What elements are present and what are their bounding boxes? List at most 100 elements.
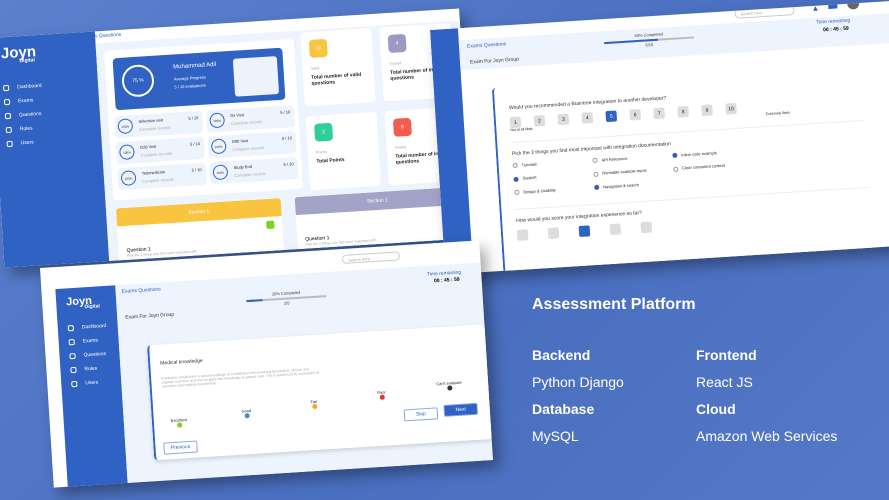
profile-name: Muhammad Adil [173, 61, 217, 71]
sidebar-item-label: Questions [83, 351, 107, 359]
sidebar-item-label: Users [20, 139, 34, 147]
question-icon [4, 112, 12, 120]
record-title: Telemedicine [141, 169, 166, 176]
time-label: Time remaining [815, 17, 851, 26]
scale-option-3[interactable]: 3 [557, 113, 570, 126]
emoji-happy-icon[interactable] [609, 223, 622, 236]
mail-icon[interactable] [828, 2, 838, 9]
sidebar-item-label: Exams [17, 97, 34, 105]
sidebar-item-users[interactable]: Users [61, 374, 122, 392]
emoji-neutral-icon[interactable] [578, 225, 591, 238]
promo-title: Assessment Platform [532, 296, 696, 313]
progress-ring: 75 % [121, 63, 155, 98]
sidebar-item-label: Roles [19, 125, 33, 133]
rating-option[interactable]: Poor [366, 389, 397, 402]
option-label: Runnable example repos [602, 168, 647, 176]
rating-dot[interactable] [244, 413, 250, 419]
sidebar-item-label: Users [85, 379, 99, 387]
record-title: Dx Visit [230, 112, 244, 119]
record-sub: Complete records [138, 124, 171, 132]
stat-badge: 12 [308, 38, 328, 58]
record-title: D90 Visit [231, 138, 249, 145]
radio-icon[interactable] [514, 190, 520, 196]
stat-badge: 9 [392, 117, 412, 137]
scale-option-9[interactable]: 9 [701, 104, 713, 117]
backend-value: Python Django [532, 374, 624, 390]
option-radio[interactable]: Clear consistent content [673, 160, 773, 172]
option-radio[interactable]: Runnable example repos [593, 166, 673, 177]
clipboard-icon [3, 98, 11, 106]
scale-option-5[interactable]: 5 [605, 110, 618, 123]
scale-option-2[interactable]: 2 [533, 114, 546, 127]
record-count: 5 / 10 [283, 161, 294, 167]
sidebar-item-label: Dashboard [16, 82, 42, 91]
radio-icon[interactable] [672, 153, 678, 159]
radio-icon[interactable] [512, 163, 518, 169]
scale-option-6[interactable]: 6 [629, 108, 642, 121]
option-radio[interactable]: API Reference [592, 153, 672, 164]
emoji-love-icon[interactable] [640, 221, 653, 234]
rating-dot[interactable] [446, 385, 452, 391]
previous-button[interactable]: Previous [163, 440, 198, 455]
rating-dot[interactable] [176, 422, 182, 428]
record-title: Selection visit [138, 117, 164, 124]
check-icon[interactable] [266, 220, 275, 230]
radio-icon[interactable] [673, 166, 679, 172]
exam-title: Exam For Joyn Group [125, 311, 175, 321]
clock-icon [2, 84, 10, 92]
profile-sub: Average Progress [173, 74, 206, 82]
record-sub: Complete records [230, 119, 263, 127]
option-radio[interactable]: Tutorials [512, 158, 593, 169]
clipboard-icon [68, 338, 75, 346]
sidebar: Joyn Digital Dashboard Exams Questions Roles… [0, 31, 110, 268]
exam-title: Exam For Joyn Group [469, 56, 520, 66]
record-ring: 100% [210, 138, 227, 155]
scale-low: Not at all likely [510, 126, 534, 133]
radio-icon[interactable] [593, 171, 599, 177]
next-button[interactable]: Next [443, 402, 479, 417]
exam-screenshot: Search here ▲ Exams Questions Exam For J… [430, 1, 889, 275]
radio-icon[interactable] [513, 176, 519, 182]
record-ring: 100% [212, 164, 229, 181]
skip-button[interactable]: Skip [403, 407, 439, 422]
stat-tag: Points [315, 149, 328, 155]
stat-label: Total number of valid questions [310, 71, 362, 87]
search-input[interactable]: Search here [341, 251, 401, 265]
emoji-sad-icon[interactable] [547, 227, 560, 240]
sidebar-item-label: Exams [82, 337, 99, 345]
record-count: 5 / 10 [191, 166, 202, 173]
option-label: Tutorials [521, 161, 537, 168]
option-radio[interactable]: Support [513, 171, 593, 182]
radio-icon[interactable] [594, 185, 600, 191]
rating-option[interactable]: Can't evaluate [434, 380, 465, 393]
record-item: 100% Selection visit Complete records 5 / 1… [114, 110, 204, 139]
rating-dot[interactable] [379, 394, 385, 400]
scale-option-1[interactable]: 1 [509, 116, 522, 129]
radio-icon[interactable] [592, 158, 598, 164]
emoji-angry-icon[interactable] [516, 229, 529, 242]
scale-option-4[interactable]: 4 [581, 111, 594, 124]
scale-option-8[interactable]: 8 [677, 105, 689, 118]
avatar[interactable] [846, 1, 860, 10]
option-radio[interactable]: Design & Usability [514, 185, 594, 196]
stat-tag: Valid [310, 65, 320, 71]
users-icon [71, 380, 78, 388]
scale-high: Extremely likely [765, 110, 791, 117]
scale-option-7[interactable]: 7 [653, 107, 666, 120]
sidebar-item-label: Dashboard [81, 322, 107, 331]
record-item: 100% Dx Visit Complete records 5 / 10 [205, 105, 296, 133]
option-radio[interactable]: Navigation & search [594, 180, 674, 191]
rating-dot[interactable] [311, 403, 317, 410]
record-sub: Complete records [140, 150, 173, 158]
option-radio[interactable]: Inline code example [672, 147, 772, 159]
timer: 00 : 45 : 59 [823, 25, 849, 34]
search-input[interactable]: Search here [734, 5, 795, 19]
scale-option-10[interactable]: 10 [725, 102, 737, 115]
rating-option[interactable]: Excellent [164, 417, 195, 430]
bell-icon[interactable]: ▲ [811, 4, 819, 13]
rating-option[interactable]: Good [231, 407, 262, 420]
sidebar-item-label: Questions [18, 110, 42, 119]
breadcrumb: Exams Questions [81, 31, 122, 41]
record-item: 100% Telemedicine Complete records 5 / 10 [117, 162, 207, 191]
rating-option[interactable]: Fair [299, 398, 330, 411]
